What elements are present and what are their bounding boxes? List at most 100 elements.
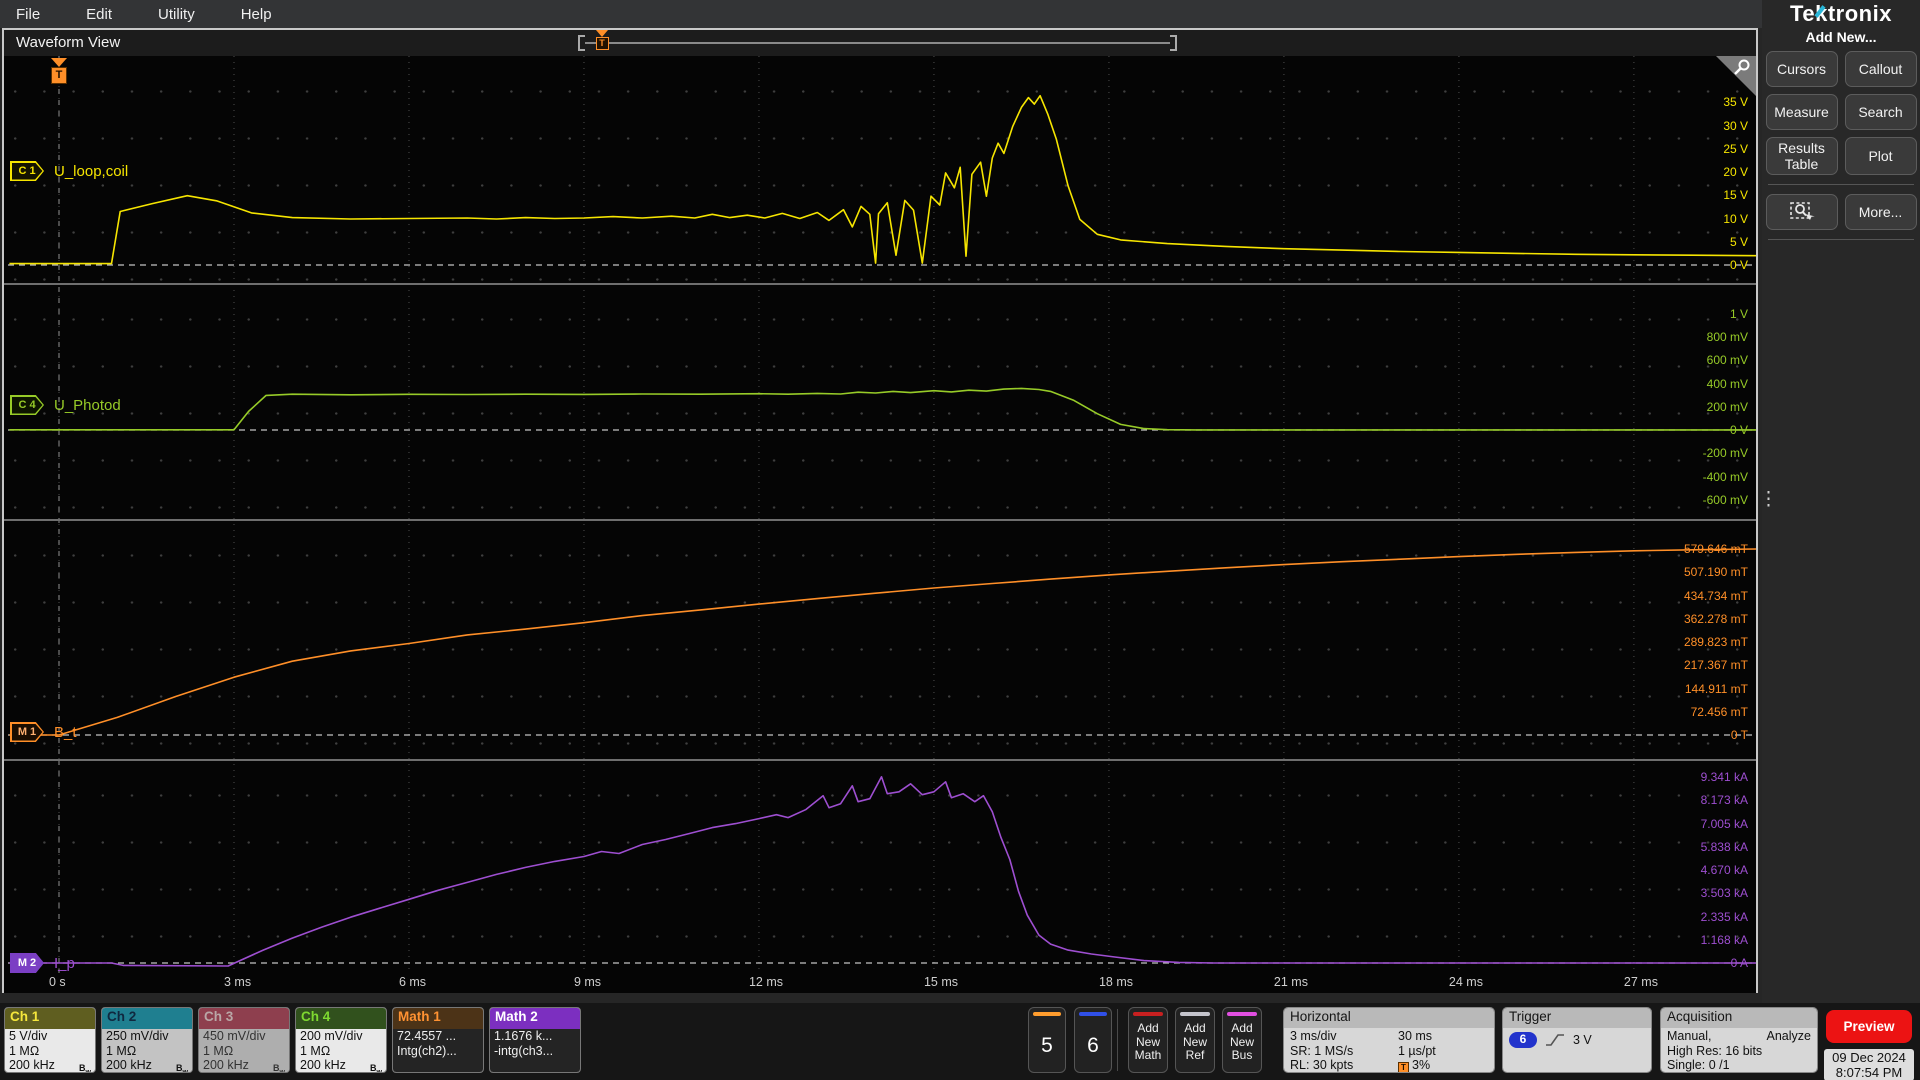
nav-bracket-left-icon[interactable] [578,35,585,51]
horizontal-row: RL: 30 kpts T 3% [1290,1058,1488,1073]
button-color-stripe [1133,1012,1163,1016]
bandwidth-limit-icon: Bw [79,1063,91,1073]
callout-button[interactable]: Callout [1844,51,1917,87]
channel-badge-c1[interactable]: C 1 U_loop,coil [10,161,128,181]
slot-number: 5 [1041,1034,1053,1057]
acquisition-single: Single: 0 /1 [1667,1058,1730,1073]
channel-config-ch-1[interactable]: Ch 15 V/div 1 MΩ 200 kHz Bw [4,1007,96,1073]
menu-item-help[interactable]: Help [241,6,272,23]
y-axis-tick: 15 V [1723,188,1748,203]
y-axis-tick: 5.838 kA [1700,839,1748,854]
trigger-source-badge: 6 [1509,1032,1537,1048]
acquisition-panel[interactable]: Acquisition Manual, Analyze High Res: 16… [1660,1007,1818,1073]
channel-config-ch-2[interactable]: Ch 2 250 mV/div 1 MΩ 200 kHz Bw [101,1007,193,1073]
channel-config-body: 5 V/div 1 MΩ 200 kHz Bw [5,1029,95,1073]
channel-badge-m2[interactable]: M 2 I_p [10,953,75,973]
horizontal-title: Horizontal [1284,1008,1494,1028]
channel-badge-c4[interactable]: C 4 U_Photod [10,395,121,415]
trigger-panel[interactable]: Trigger 6 3 V [1502,1007,1652,1073]
trigger-position-flag[interactable]: T [51,58,67,84]
menu-item-utility[interactable]: Utility [158,6,195,23]
slot-number: 6 [1087,1034,1099,1057]
channel-config-row: 5 V/div [9,1029,48,1043]
channel-badges: Ch 15 V/div 1 MΩ 200 kHz Bw Ch 2 250 mV/div 1 … [4,1007,581,1073]
channel-config-title: Ch 2 [102,1008,192,1029]
time-label: 8:07:54 PM [1835,1065,1903,1080]
nav-bracket-right-icon[interactable] [1170,35,1177,51]
y-axis-tick: 144.911 mT [1684,681,1748,696]
channel-tag-label: M 2 [10,953,44,973]
trigger-level: 3 V [1573,1032,1592,1047]
x-axis-tick: 21 ms [1273,975,1308,989]
waveform-label: U_loop,coil [54,162,129,180]
preview-button[interactable]: Preview [1826,1010,1912,1043]
add-new-math-button[interactable]: Add New Math [1128,1007,1168,1073]
add-new-ref-button[interactable]: Add New Ref [1175,1007,1215,1073]
y-axis-tick: 217.367 mT [1683,658,1748,673]
y-axis-tick: 800 mV [1706,330,1748,344]
add-new-label: Add New... [1805,29,1877,45]
add-new-bus-button[interactable]: Add New Bus [1222,1007,1262,1073]
horizontal-nav-track[interactable] [585,42,1170,44]
channel-config-title: Ch 3 [199,1008,289,1029]
datetime-display: 09 Dec 2024 8:07:54 PM [1824,1049,1914,1080]
plot-area[interactable]: T 35 V 30 V 25 V 20 V 15 V 10 V 5 V 0 V 1 V 800 m… [4,56,1756,993]
channel-config-ch-4[interactable]: Ch 4 200 mV/div 1 MΩ 200 kHz Bw [295,1007,387,1073]
horizontal-panel[interactable]: Horizontal 3 ms/div 30 ms SR: 1 MS/s 1 µs/p… [1283,1007,1495,1073]
button-label: Add New Math [1134,1021,1162,1062]
y-axis-tick: -400 mV [1702,469,1748,484]
channel-config-body: 1.1676 k... -intg(ch3... [490,1029,580,1072]
y-axis-tick: 25 V [1723,141,1748,156]
horizontal-body: 3 ms/div 30 ms SR: 1 MS/s 1 µs/pt RL: 30 kpt… [1284,1028,1494,1073]
channel-config-row: 200 kHz Bw [106,1058,188,1072]
y-axis-tick: 507.190 mT [1683,565,1748,580]
trace-b_t [9,548,1756,736]
channel-tag-label: M 1 [11,723,43,741]
button-label: Add New Bus [1229,1021,1254,1062]
waveform-label: I_p [54,954,75,972]
waveform-window: Waveform View T T 35 V 30 V 25 V 20 V 15 V 10… [2,28,1758,993]
channel-config-math-1[interactable]: Math 1 72.4557 ... Intg(ch2)... [392,1007,484,1073]
y-axis-tick: 0 A [1730,956,1748,970]
channel-config-title: Ch 4 [296,1008,386,1029]
channel-slot-6[interactable]: 6 [1074,1007,1112,1073]
search-button[interactable]: Search [1844,94,1917,130]
channel-tag-label: C 4 [11,396,43,414]
channel-badge-m1[interactable]: M 1 B_t [10,722,77,742]
waveform-header: Waveform View T [4,30,1756,56]
measure-button[interactable]: Measure [1765,94,1838,130]
zoom-select-button[interactable] [1765,194,1838,230]
x-axis-tick: 6 ms [398,975,427,989]
channel-config-title: Ch 1 [5,1008,95,1029]
tektronix-logo: Tektronix [1790,1,1892,26]
button-label: Add New Ref [1182,1021,1207,1062]
horizontal-value: RL: 30 kpts [1290,1058,1354,1073]
sidebar-buttons: Cursors Callout Measure Search Results Table… [1762,51,1920,175]
channel-tag-label: C 1 [11,162,43,180]
more-button[interactable]: More... [1844,194,1917,230]
y-axis-tick: 35 V [1723,95,1748,110]
y-axis-tick: 2.335 kA [1700,909,1748,924]
panel-splitter-handle[interactable]: ⋮ [1759,490,1778,509]
horizontal-value: 3 ms/div [1290,1029,1337,1043]
trigger-position-marker-icon[interactable]: T [594,30,610,56]
menu-item-edit[interactable]: Edit [86,6,112,23]
channel-slot-5[interactable]: 5 [1028,1007,1066,1073]
cursors-button[interactable]: Cursors [1765,51,1838,87]
date-label: 09 Dec 2024 [1832,1050,1906,1065]
slot-color-stripe [1033,1012,1061,1016]
channel-config-title: Math 1 [393,1008,483,1029]
right-sidebar: Tektronix Add New... Cursors Callout Measu… [1762,0,1920,1003]
horizontal-value: T 3% [1398,1058,1430,1072]
plot-button[interactable]: Plot [1844,137,1917,175]
menu-item-file[interactable]: File [16,6,40,23]
channel-config-ch-3[interactable]: Ch 3 450 mV/div 1 MΩ 200 kHz Bw [198,1007,290,1073]
channel-tag-icon: C 4 [10,395,44,415]
channel-config-body: 72.4557 ... Intg(ch2)... [393,1029,483,1072]
y-axis-tick: 400 mV [1706,376,1748,391]
divider [1117,1009,1118,1071]
channel-config-math-2[interactable]: Math 2 1.1676 k... -intg(ch3... [489,1007,581,1073]
trigger-t-icon: T [595,37,609,50]
results-table-button[interactable]: Results Table [1765,137,1838,175]
add-new-buttons: Add New Math Add New Ref Add New Bus [1128,1007,1262,1073]
